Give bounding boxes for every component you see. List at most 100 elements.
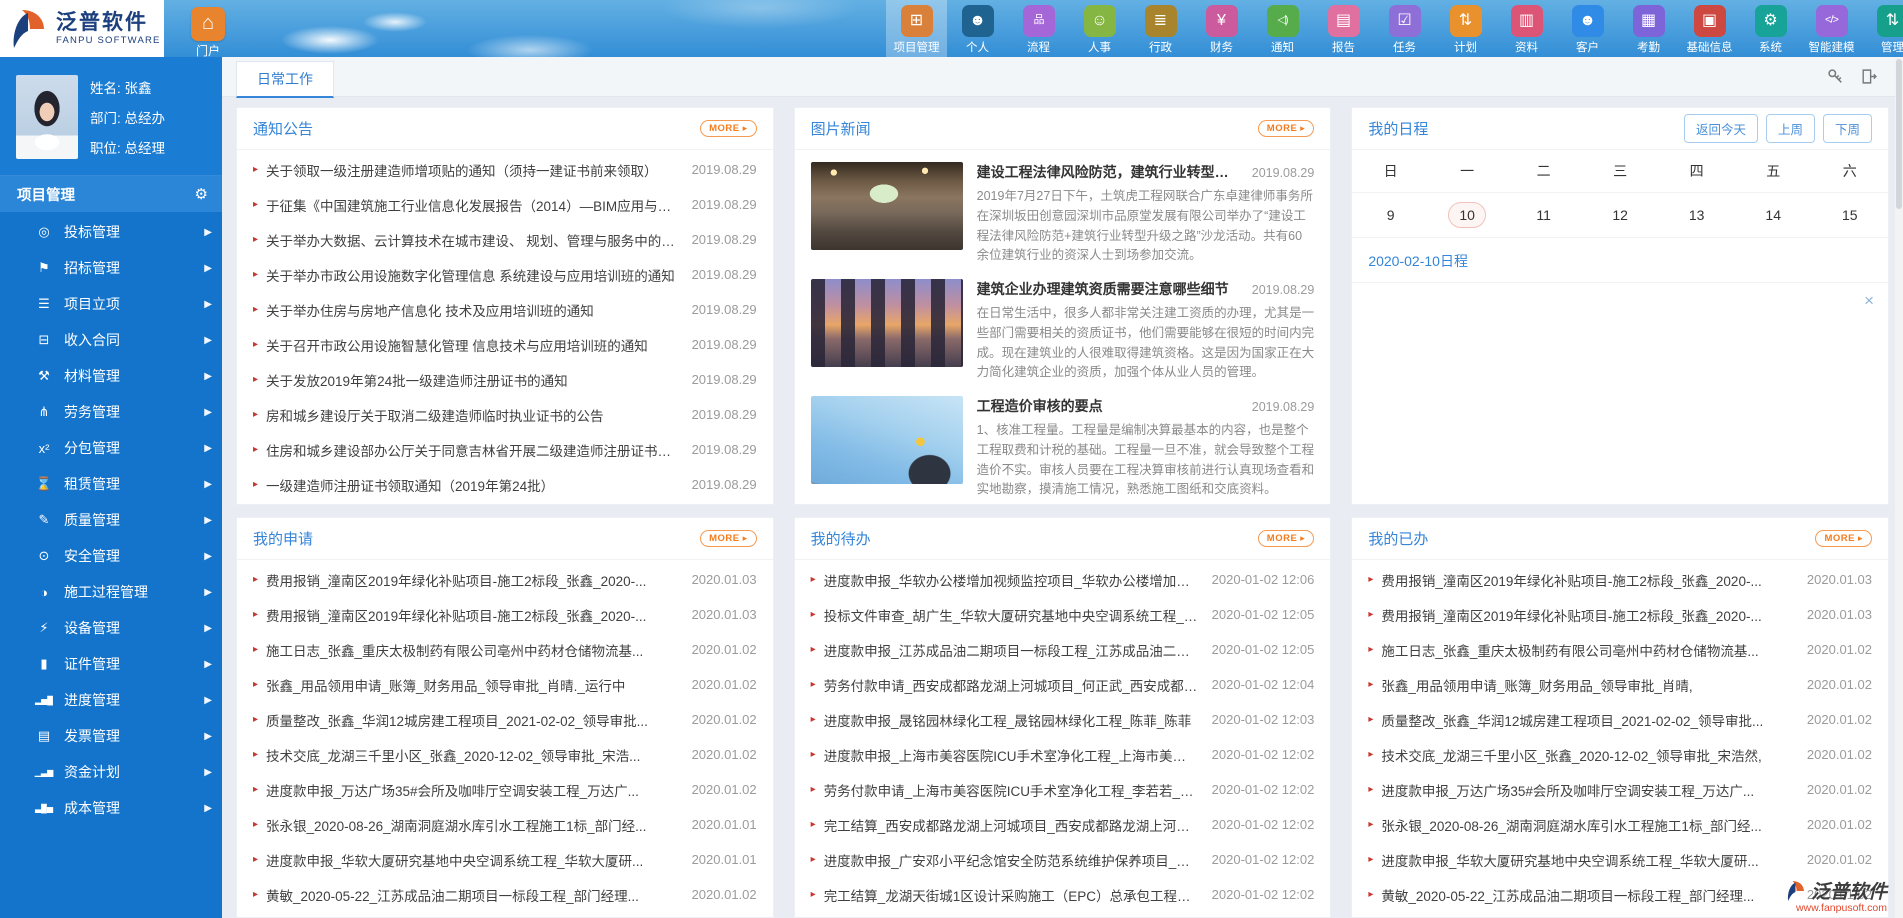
module-nav-item[interactable]: ≣ 行政 <box>1130 0 1191 57</box>
scrollbar-thumb[interactable] <box>1896 59 1902 209</box>
calendar-day[interactable]: 9 <box>1352 202 1429 228</box>
calendar-day[interactable]: 14 <box>1735 202 1812 228</box>
sidebar-menu-item[interactable]: ⚑ 招标管理 ▶ <box>0 250 222 286</box>
notice-row[interactable]: ▸ 住房和城乡建设部办公厅关于同意吉林省开展二级建造师注册证书电... 2019… <box>253 432 757 467</box>
done-row[interactable]: ▸ 费用报销_潼南区2019年绿化补贴项目-施工2标段_张鑫_2020-... … <box>1368 597 1872 632</box>
sidebar-menu-item[interactable]: ▃█▅ 成本管理 ▶ <box>0 790 222 826</box>
todo-row[interactable]: ▸ 劳务付款申请_上海市美容医院ICU手术室净化工程_李若若_上... 2020… <box>811 772 1315 807</box>
done-row[interactable]: ▸ 张鑫_用品领用申请_账簿_财务用品_领导审批_肖晴, 2020.01.02 <box>1368 667 1872 702</box>
todo-row[interactable]: ▸ 进度款申报_广安邓小平纪念馆安全防范系统维护保养项目_广安... 2020-… <box>811 842 1315 877</box>
close-icon[interactable]: × <box>1864 291 1874 311</box>
application-row[interactable]: ▸ 费用报销_潼南区2019年绿化补贴项目-施工2标段_张鑫_2020-... … <box>253 562 757 597</box>
module-nav-item[interactable]: ⊞ 项目管理 <box>886 0 947 57</box>
sidebar-menu-item[interactable]: ✎ 质量管理 ▶ <box>0 502 222 538</box>
notice-row[interactable]: ▸ 关于举办市政公用设施数字化管理信息 系统建设与应用培训班的通知 2019.0… <box>253 257 757 292</box>
sidebar-menu-item[interactable]: ☰ 项目立项 ▶ <box>0 286 222 322</box>
sidebar-menu-item[interactable]: ▮ 证件管理 ▶ <box>0 646 222 682</box>
sidebar-menu-item[interactable]: ◎ 投标管理 ▶ <box>0 214 222 250</box>
notices-more-button[interactable]: MORE <box>700 120 757 137</box>
schedule-nav-button[interactable]: 返回今天 <box>1684 114 1758 143</box>
done-row[interactable]: ▸ 技术交底_龙湖三千里小区_张鑫_2020-12-02_领导审批_宋浩然, 2… <box>1368 737 1872 772</box>
todo-row[interactable]: ▸ 完工结算_西安成都路龙湖上河城项目_西安成都路龙湖上河城项... 2020-… <box>811 807 1315 842</box>
portal-home-button[interactable]: ⌂ 门户 <box>186 7 230 59</box>
module-nav-item[interactable]: ▣ 基础信息 <box>1679 0 1740 57</box>
module-nav-item[interactable]: ☻ 客户 <box>1557 0 1618 57</box>
todos-more-button[interactable]: MORE <box>1258 530 1315 547</box>
module-nav-item[interactable]: </> 智能建模 <box>1801 0 1862 57</box>
calendar-day[interactable]: 15 <box>1811 202 1888 228</box>
news-more-button[interactable]: MORE <box>1258 120 1315 137</box>
calendar-day[interactable]: 13 <box>1658 202 1735 228</box>
module-nav-item[interactable]: ¥ 财务 <box>1191 0 1252 57</box>
todo-row[interactable]: ▸ 进度款申报_江苏成品油二期项目一标段工程_江苏成品油二期项... 2020-… <box>811 632 1315 667</box>
application-row[interactable]: ▸ 张鑫_用品领用申请_账簿_财务用品_领导审批_肖晴._运行中 2020.01… <box>253 667 757 702</box>
tab-daily-work[interactable]: 日常工作 <box>236 61 334 98</box>
notice-row[interactable]: ▸ 房和城乡建设厅关于取消二级建造师临时执业证书的公告 2019.08.29 <box>253 397 757 432</box>
done-row[interactable]: ▸ 进度款申报_万达广场35#会所及咖啡厅空调安装工程_万达广... 2020.… <box>1368 772 1872 807</box>
sidebar-menu-item[interactable]: ⊙ 安全管理 ▶ <box>0 538 222 574</box>
done-row[interactable]: ▸ 张永银_2020-08-26_湖南洞庭湖水库引水工程施工1标_部门经... … <box>1368 807 1872 842</box>
module-nav-item[interactable]: ▥ 资料 <box>1496 0 1557 57</box>
sidebar-menu-item[interactable]: ⌛ 租赁管理 ▶ <box>0 466 222 502</box>
news-item[interactable]: 建设工程法律风险防范，建筑行业转型升级之路沙龙活动 2019.08.29 201… <box>811 162 1315 266</box>
todo-row[interactable]: ▸ 进度款申报_上海市美容医院ICU手术室净化工程_上海市美容医... 2020… <box>811 737 1315 772</box>
sidebar-menu-item[interactable]: ▤ 发票管理 ▶ <box>0 718 222 754</box>
sidebar-menu-item[interactable]: ▂▅█ 进度管理 ▶ <box>0 682 222 718</box>
vertical-scrollbar[interactable] <box>1895 57 1903 918</box>
done-row[interactable]: ▸ 进度款申报_华软大厦研究基地中央空调系统工程_华软大厦研... 2020.0… <box>1368 842 1872 877</box>
module-nav-item[interactable]: ▦ 考勤 <box>1618 0 1679 57</box>
todo-row[interactable]: ▸ 完工结算_龙湖天街城1区设计采购施工（EPC）总承包工程_龙... 2020… <box>811 877 1315 912</box>
application-row[interactable]: ▸ 进度款申报_华软大厦研究基地中央空调系统工程_华软大厦研... 2020.0… <box>253 842 757 877</box>
todo-row[interactable]: ▸ 投标文件审查_胡广生_华软大厦研究基地中央空调系统工程_20... 2020… <box>811 597 1315 632</box>
application-row[interactable]: ▸ 费用报销_潼南区2019年绿化补贴项目-施工2标段_张鑫_2020-... … <box>253 597 757 632</box>
notice-row[interactable]: ▸ 关于发放2019年第24批一级建造师注册证书的通知 2019.08.29 <box>253 362 757 397</box>
notice-row[interactable]: ▸ 关于举办住房与房地产信息化 技术及应用培训班的通知 2019.08.29 <box>253 292 757 327</box>
done-row[interactable]: ▸ 费用报销_潼南区2019年绿化补贴项目-施工2标段_张鑫_2020-... … <box>1368 562 1872 597</box>
application-row[interactable]: ▸ 黄敏_2020-05-22_江苏成品油二期项目一标段工程_部门经理... 2… <box>253 877 757 912</box>
schedule-nav-button[interactable]: 上周 <box>1766 114 1815 143</box>
application-row[interactable]: ▸ 张永银_2020-08-26_湖南洞庭湖水库引水工程施工1标_部门经... … <box>253 807 757 842</box>
logout-door-icon[interactable] <box>1860 68 1877 85</box>
todo-row[interactable]: ▸ 进度款申报_晟铭园林绿化工程_晟铭园林绿化工程_陈菲_陈菲 2020-01-… <box>811 702 1315 737</box>
application-row[interactable]: ▸ 质量整改_张鑫_华润12城房建工程项目_2021-02-02_领导审批...… <box>253 702 757 737</box>
notice-row[interactable]: ▸ 一级建造师注册证书领取通知（2019年第24批） 2019.08.29 <box>253 467 757 502</box>
done-row[interactable]: ▸ 施工日志_张鑫_重庆太极制药有限公司亳州中药材仓储物流基... 2020.0… <box>1368 632 1872 667</box>
module-nav-item[interactable]: ⚙ 系统 <box>1740 0 1801 57</box>
sidebar-menu-item[interactable]: x² 分包管理 ▶ <box>0 430 222 466</box>
calendar-day[interactable]: 12 <box>1582 202 1659 228</box>
done-more-button[interactable]: MORE <box>1815 530 1872 547</box>
application-row[interactable]: ▸ 施工日志_张鑫_重庆太极制药有限公司亳州中药材仓储物流基... 2020.0… <box>253 632 757 667</box>
notice-row[interactable]: ▸ 关于召开市政公用设施智慧化管理 信息技术与应用培训班的通知 2019.08.… <box>253 327 757 362</box>
news-item[interactable]: 建筑企业办理建筑资质需要注意哪些细节 2019.08.29 在日常生活中，很多人… <box>811 279 1315 383</box>
application-row[interactable]: ▸ 技术交底_龙湖三千里小区_张鑫_2020-12-02_领导审批_宋浩... … <box>253 737 757 772</box>
sidebar-menu-item[interactable]: ⊟ 收入合同 ▶ <box>0 322 222 358</box>
sidebar-menu-item[interactable]: ⋔ 劳务管理 ▶ <box>0 394 222 430</box>
notice-row[interactable]: ▸ 关于领取一级注册建造师增项贴的通知（须持一建证书前来领取） 2019.08.… <box>253 152 757 187</box>
done-row[interactable]: ▸ 质量整改_张鑫_华润12城房建工程项目_2021-02-02_领导审批...… <box>1368 702 1872 737</box>
module-nav-item[interactable]: 品 流程 <box>1008 0 1069 57</box>
application-row[interactable]: ▸ 进度款申报_万达广场35#会所及咖啡厅空调安装工程_万达广... 2020.… <box>253 772 757 807</box>
todo-row[interactable]: ▸ 劳务付款申请_西安成都路龙湖上河城项目_何正武_西安成都路... 2020-… <box>811 667 1315 702</box>
module-nav-item[interactable]: ☺ 人事 <box>1069 0 1130 57</box>
sidebar-menu-item[interactable]: ⚒ 材料管理 ▶ <box>0 358 222 394</box>
applications-more-button[interactable]: MORE <box>700 530 757 547</box>
news-item[interactable]: 工程造价审核的要点 2019.08.29 1、核准工程量。工程量是编制决算最基本… <box>811 396 1315 500</box>
sidebar-header[interactable]: 项目管理 ⚙ <box>0 176 222 212</box>
sidebar-menu-item[interactable]: ◑ 施工过程管理 ▶ <box>0 574 222 610</box>
module-nav-item[interactable]: ☻ 个人 <box>947 0 1008 57</box>
sidebar-menu-item[interactable]: ▁▃▆ 资金计划 ▶ <box>0 754 222 790</box>
module-nav-item[interactable]: ▤ 报告 <box>1313 0 1374 57</box>
schedule-nav-button[interactable]: 下周 <box>1823 114 1872 143</box>
calendar-day[interactable]: 10 <box>1429 202 1506 228</box>
gear-icon[interactable]: ⚙ <box>195 185 208 203</box>
module-nav-item[interactable]: ⇅ 计划 <box>1435 0 1496 57</box>
module-nav-item[interactable]: ☑ 任务 <box>1374 0 1435 57</box>
key-icon[interactable] <box>1827 68 1844 85</box>
sidebar-menu-item[interactable]: ⚡ 设备管理 ▶ <box>0 610 222 646</box>
notice-row[interactable]: ▸ 于征集《中国建筑施工行业信息化发展报告（2014）—BIM应用与发... 2… <box>253 187 757 222</box>
todo-row[interactable]: ▸ 进度款申报_华软办公楼增加视频监控项目_华软办公楼增加视频... 2020-… <box>811 562 1315 597</box>
calendar-day[interactable]: 11 <box>1505 202 1582 228</box>
module-nav-item[interactable]: ⇅ 管理 <box>1862 0 1903 57</box>
module-nav-item[interactable]: ◁) 通知 <box>1252 0 1313 57</box>
notice-row[interactable]: ▸ 关于举办大数据、云计算技术在城市建设、 规划、管理与服务中的应... 201… <box>253 222 757 257</box>
